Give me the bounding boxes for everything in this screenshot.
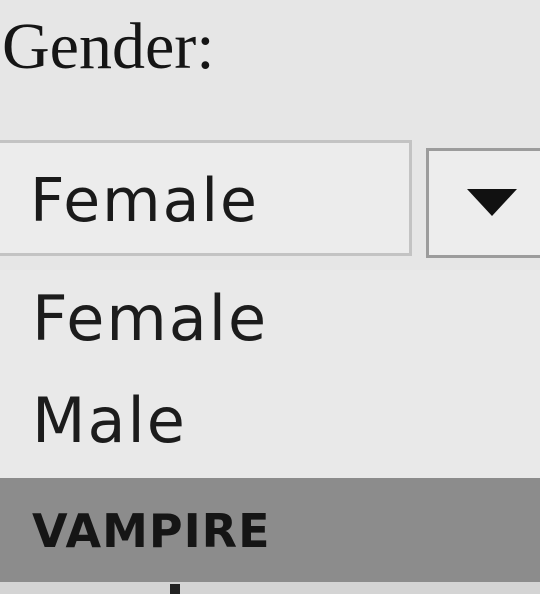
triangle-down-icon: [467, 189, 517, 216]
selected-value: Female: [30, 166, 259, 236]
option-female[interactable]: Female: [0, 288, 540, 350]
bottom-partial-mark: [170, 584, 180, 594]
select-value-box[interactable]: Female: [0, 140, 412, 256]
option-male[interactable]: Male: [0, 390, 540, 452]
dropdown-list: Female Male VAMPIRE: [0, 270, 540, 594]
option-vampire[interactable]: VAMPIRE: [0, 478, 540, 584]
gender-select[interactable]: Female: [0, 140, 540, 268]
bottom-edge: [0, 582, 540, 594]
gender-label: Gender:: [2, 10, 215, 83]
dropdown-toggle-button[interactable]: [426, 148, 540, 258]
